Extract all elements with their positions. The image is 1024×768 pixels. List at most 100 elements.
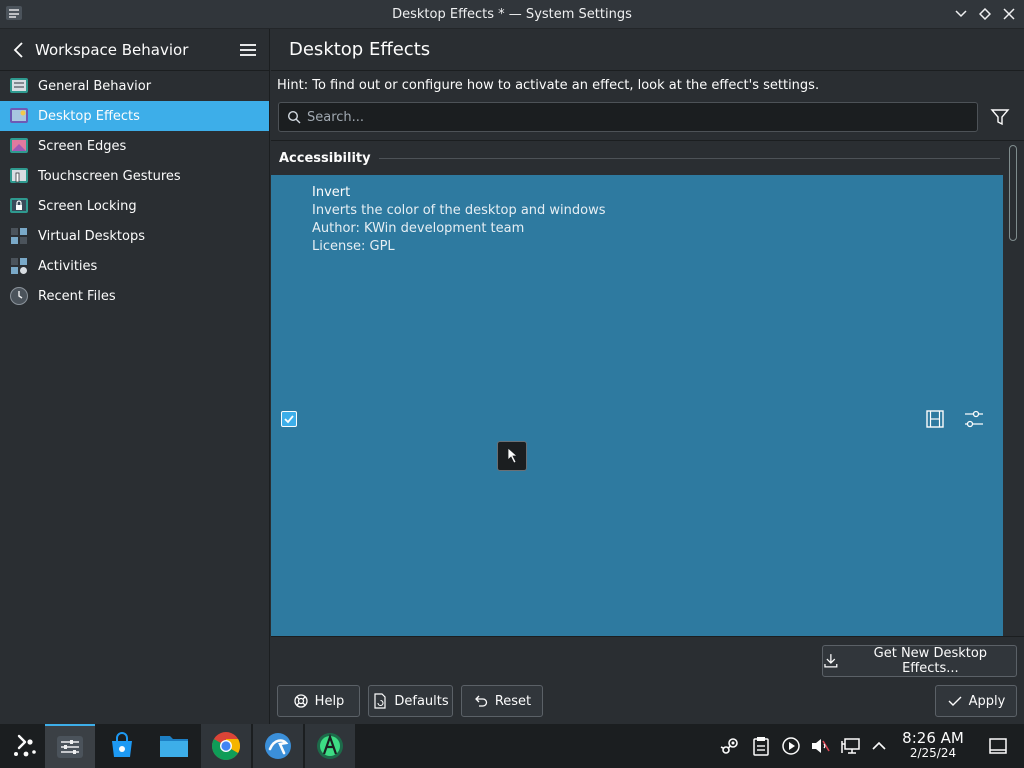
system-settings-icon [57,736,83,758]
back-arrow-icon[interactable] [10,41,28,59]
desktop-effects-icon [10,108,28,123]
general-behavior-icon [10,78,28,93]
volume-muted-icon[interactable] [810,736,830,756]
effect-enabled-checkbox[interactable] [281,411,297,427]
page-title: Desktop Effects [289,39,431,60]
sidebar-item-recent-files[interactable]: Recent Files [0,281,269,311]
clock-time: 8:26 AM [902,729,964,747]
get-new-effects-label: Get New Desktop Effects... [873,646,988,676]
apply-button[interactable]: Apply [935,685,1017,717]
sidebar-item-label: Recent Files [38,288,116,304]
sidebar-item-activities[interactable]: Activities [0,251,269,281]
taskbar-file-manager[interactable] [149,724,199,768]
search-icon [287,110,301,124]
effect-details: Invert Inverts the color of the desktop … [312,184,606,256]
sidebar-item-general-behavior[interactable]: General Behavior [0,71,269,101]
pointer-cursor-icon [497,441,527,471]
reset-label: Reset [494,693,532,709]
activities-icon [11,258,27,274]
touchscreen-gestures-icon [10,168,28,183]
sidebar-item-screen-edges[interactable]: Screen Edges [0,131,269,161]
taskbar-system-settings[interactable] [45,724,95,768]
defaults-label: Defaults [394,693,449,709]
show-desktop-icon[interactable] [988,736,1008,756]
clock[interactable]: 8:26 AM 2/25/24 [896,731,970,761]
diamond-icon [979,8,991,20]
close-button[interactable] [1000,4,1018,24]
tray-expand-icon[interactable] [869,736,889,756]
effect-author: Author: KWin development team [312,221,525,236]
sidebar: Workspace Behavior General Behavior Desk… [0,29,270,724]
recent-files-icon [10,287,28,305]
sidebar-item-desktop-effects[interactable]: Desktop Effects [0,101,269,131]
application-launcher-button[interactable] [0,724,50,768]
help-icon [294,694,308,708]
taskbar: 8:26 AM 2/25/24 [0,724,1024,768]
effect-license: License: GPL [312,239,395,254]
window-title: Desktop Effects * — System Settings [392,6,632,22]
help-button[interactable]: Help [277,685,360,717]
sidebar-item-label: Virtual Desktops [38,228,145,244]
maximize-button[interactable] [976,4,994,24]
main-header: Desktop Effects [271,29,1024,71]
taskbar-discover[interactable] [97,724,147,768]
help-label: Help [314,693,345,709]
effect-description: Inverts the color of the desktop and win… [312,203,606,218]
clipboard-icon[interactable] [751,736,771,756]
reset-button[interactable]: Reset [461,685,543,717]
search-field[interactable] [278,102,978,132]
sidebar-item-label: General Behavior [38,78,152,94]
main-panel: Desktop Effects Hint: To find out or con… [271,29,1024,724]
checkmark-icon [948,696,962,706]
section-title: Accessibility [279,151,371,166]
android-studio-icon [317,733,343,759]
sidebar-item-screen-locking[interactable]: Screen Locking [0,191,269,221]
hint-text: Hint: To find out or configure how to ac… [277,78,820,93]
network-icon[interactable] [841,736,861,756]
sidebar-item-touchscreen-gestures[interactable]: Touchscreen Gestures [0,161,269,191]
close-icon [1003,8,1015,20]
filter-icon[interactable] [990,107,1010,127]
download-icon [824,654,838,668]
steam-icon[interactable] [720,736,740,756]
effect-row-invert[interactable]: Invert Inverts the color of the desktop … [271,175,1003,636]
get-new-effects-button[interactable]: Get New Desktop Effects... [822,645,1017,677]
sidebar-title: Workspace Behavior [35,40,189,59]
effect-name: Invert [312,185,351,200]
apply-label: Apply [968,693,1006,709]
minimize-button[interactable] [952,4,970,24]
sidebar-item-label: Desktop Effects [38,108,140,124]
clock-date: 2/25/24 [909,746,957,760]
file-manager-icon [160,736,188,757]
section-divider [378,158,1000,159]
search-input[interactable] [307,109,947,125]
section-header: Accessibility [279,151,1000,166]
document-defaults-icon [374,693,386,709]
effects-list[interactable]: Accessibility Invert Inverts the color o… [271,140,1024,637]
chrome-icon [212,732,240,760]
chevron-down-icon [955,10,967,18]
sidebar-item-label: Activities [38,258,98,274]
scrollbar[interactable] [1009,145,1017,241]
hamburger-menu-icon[interactable] [239,41,257,59]
sidebar-item-label: Screen Edges [38,138,127,154]
system-settings-app-icon [6,6,22,20]
media-player-icon[interactable] [781,736,801,756]
screen-locking-icon [10,198,28,213]
defaults-button[interactable]: Defaults [368,685,453,717]
video-preview-icon[interactable] [925,409,945,429]
discover-store-icon [112,732,132,757]
screen-edges-icon [10,138,28,153]
sidebar-item-label: Touchscreen Gestures [38,168,181,184]
virtual-desktops-icon [11,228,27,244]
taskbar-chrome[interactable] [201,724,251,768]
sidebar-item-virtual-desktops[interactable]: Virtual Desktops [0,221,269,251]
sidebar-header: Workspace Behavior [0,29,269,71]
app-icon [265,733,291,759]
sidebar-item-label: Screen Locking [38,198,137,214]
undo-icon [474,695,487,707]
taskbar-android-studio[interactable] [305,724,355,768]
taskbar-app[interactable] [253,724,303,768]
configure-effect-icon[interactable] [963,409,985,429]
checkmark-icon [284,415,294,424]
